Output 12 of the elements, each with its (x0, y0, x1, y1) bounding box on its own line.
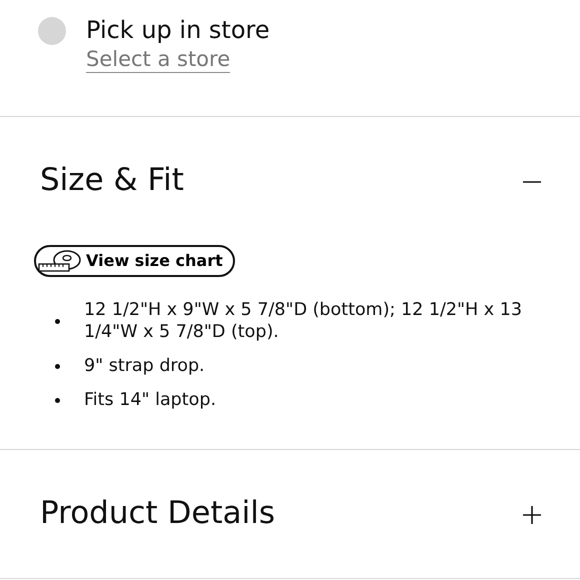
bullet-text: 12 1/2"H x 9"W x 5 7/8"D (bottom); 12 1/2"H x 13 1/4"W x 5 7/8"D (top). (84, 299, 523, 343)
option-label: Pick up in store (86, 15, 270, 46)
view-size-chart-button[interactable]: View size chart (34, 245, 235, 277)
radio-button[interactable] (38, 17, 66, 45)
section-title: Product Details (40, 495, 276, 533)
bullet-text: Fits 14" laptop. (84, 389, 216, 411)
section-title: Size & Fit (40, 162, 184, 200)
bullet-text: 9" strap drop. (84, 355, 205, 377)
bullet-icon (55, 398, 60, 402)
bullet-icon (55, 318, 60, 324)
bullet-icon (55, 364, 60, 368)
select-store-link[interactable]: Select a store (86, 46, 230, 73)
